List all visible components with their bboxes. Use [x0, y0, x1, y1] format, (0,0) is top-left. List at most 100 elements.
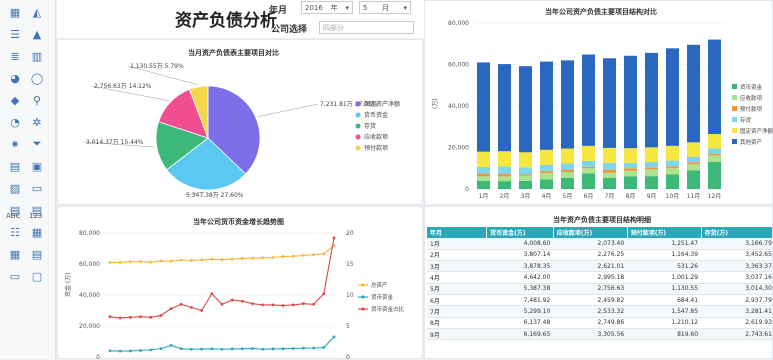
data-point [271, 347, 275, 351]
table-cell: 2,749.86 [553, 317, 628, 329]
y-tick-label: 40,000 [79, 292, 100, 299]
table-cell: 3,807.14 [486, 249, 554, 262]
area-chart-icon[interactable]: ◭ [30, 6, 44, 19]
line-chart-icon[interactable]: ▲ [30, 28, 44, 41]
data-point [281, 347, 285, 351]
column-header[interactable]: 货币资金(万) [486, 227, 554, 238]
data-point [108, 261, 112, 264]
month-value: 5 [363, 3, 368, 12]
pie-leader-line [257, 103, 319, 117]
gauge-icon[interactable]: ◔ [8, 116, 22, 129]
location-pin-icon[interactable]: ⚲ [30, 94, 44, 107]
text-chart-icon[interactable]: ≣ [8, 50, 22, 63]
data-point [200, 258, 204, 262]
legend-label: 应收款项 [740, 94, 763, 102]
x-tick-label: 5月 [563, 193, 573, 200]
panel-icon[interactable]: ▭ [30, 182, 44, 195]
x-tick-label: 3月 [521, 193, 531, 200]
legend-marker [732, 84, 737, 89]
year-select[interactable]: 2016 年 ▾ [301, 1, 353, 14]
column-header[interactable]: 年月 [427, 227, 488, 238]
x-tick-label: 2月 [500, 193, 510, 200]
gear-icon[interactable]: ✲ [30, 116, 44, 129]
legend-marker-dot [361, 295, 365, 299]
data-point [230, 347, 234, 351]
data-point [230, 298, 234, 302]
data-point [281, 304, 285, 307]
data-point [108, 315, 112, 319]
bar-segment [497, 166, 512, 174]
bar-segment [581, 166, 596, 169]
column-header[interactable]: 应收款项(万) [553, 227, 628, 238]
table-cell: 531.26 [627, 260, 702, 273]
tab-icon[interactable]: ▭ [8, 270, 22, 283]
stacked-bar-chart: 0 20,000 40,000 60,000 80,000 (万) 1月 2月 3月 4月 5月 6月… [432, 20, 773, 200]
bar-chart-icon[interactable]: ☰ [8, 28, 22, 41]
column-header[interactable]: 预付款项(万) [627, 227, 702, 238]
pie-chart-icon[interactable]: ◕ [8, 72, 22, 85]
bar-segment [623, 176, 638, 189]
y-tick-label: 80,000 [448, 20, 469, 27]
y-tick-label: 40,000 [448, 103, 469, 110]
bar-segment [665, 48, 680, 146]
y-tick-label: 0 [465, 186, 469, 193]
x-tick-label: 6月 [584, 193, 594, 200]
date-icon[interactable]: ▦ [8, 248, 22, 261]
bar-segment [560, 169, 575, 172]
legend-marker [355, 123, 361, 129]
data-point [251, 347, 254, 350]
bar-segment [602, 162, 617, 170]
data-point [179, 258, 183, 262]
dropdown-icon[interactable]: ▤ [30, 248, 44, 261]
month-select[interactable]: 5 月 ▾ [359, 1, 411, 14]
table-cell: 2月 [427, 249, 487, 262]
bar-segment [686, 162, 701, 165]
data-point [169, 307, 173, 311]
bar-segment [560, 177, 575, 189]
table-icon[interactable]: ▦ [8, 6, 22, 19]
bar-chart-panel: 当年公司资产负债主要项目结构对比 0 20,000 40,000 60,000 80,0… [424, 0, 773, 205]
data-point [261, 256, 265, 260]
x-tick-label: 8月 [626, 193, 636, 200]
table-cell: 4,008.60 [486, 238, 554, 250]
table-cell: 2,073.40 [553, 238, 628, 250]
calendar-icon[interactable]: ▦ [30, 226, 44, 239]
data-point [200, 309, 204, 312]
container-icon[interactable]: ▢ [30, 270, 44, 283]
bar-segment [665, 168, 680, 175]
company-select[interactable]: 四部分 [319, 21, 414, 34]
list-icon[interactable]: ☷ [8, 226, 22, 239]
x-tick-label: 12月 [708, 193, 722, 200]
data-point [210, 347, 214, 351]
map-icon[interactable]: ◆ [8, 94, 22, 107]
data-point [302, 346, 305, 350]
bar-segment [476, 151, 491, 168]
line-chart-panel: 当年公司货币资金增长趋势图 0 20,000 40,000 60,000 80,000 0… [57, 206, 423, 360]
data-point [190, 259, 193, 262]
table-cell: 2,937.79 [701, 294, 772, 307]
column-header[interactable]: 存货(万) [701, 227, 772, 238]
data-point [261, 303, 265, 307]
image-icon[interactable]: ▨ [8, 182, 22, 195]
data-point [251, 302, 254, 306]
column-chart-icon[interactable]: ▥ [30, 50, 44, 63]
data-point [118, 349, 122, 353]
bar-segment [623, 55, 638, 149]
bar-segment [539, 179, 554, 189]
bar-segment [539, 173, 554, 180]
table-title: 当年资产负债主要项目结构明细 [553, 216, 651, 224]
legend-label: 预付款项 [740, 105, 763, 113]
bar-segment [518, 152, 533, 168]
radar-icon[interactable]: ✷ [8, 138, 22, 151]
table-cell: 5月 [427, 283, 487, 295]
data-point [149, 315, 153, 319]
funnel-icon[interactable]: ⏷ [30, 137, 44, 150]
grid-icon[interactable]: ▤ [8, 160, 22, 173]
legend-marker [732, 95, 737, 100]
table-cell: 6月 [427, 294, 487, 307]
text-block-icon[interactable]: ▣ [30, 160, 44, 173]
bar-segment [581, 145, 596, 161]
table-cell: 3,363.37 [701, 260, 772, 273]
donut-chart-icon[interactable]: ◯ [30, 72, 44, 85]
y-tick-label: 60,000 [79, 261, 100, 268]
